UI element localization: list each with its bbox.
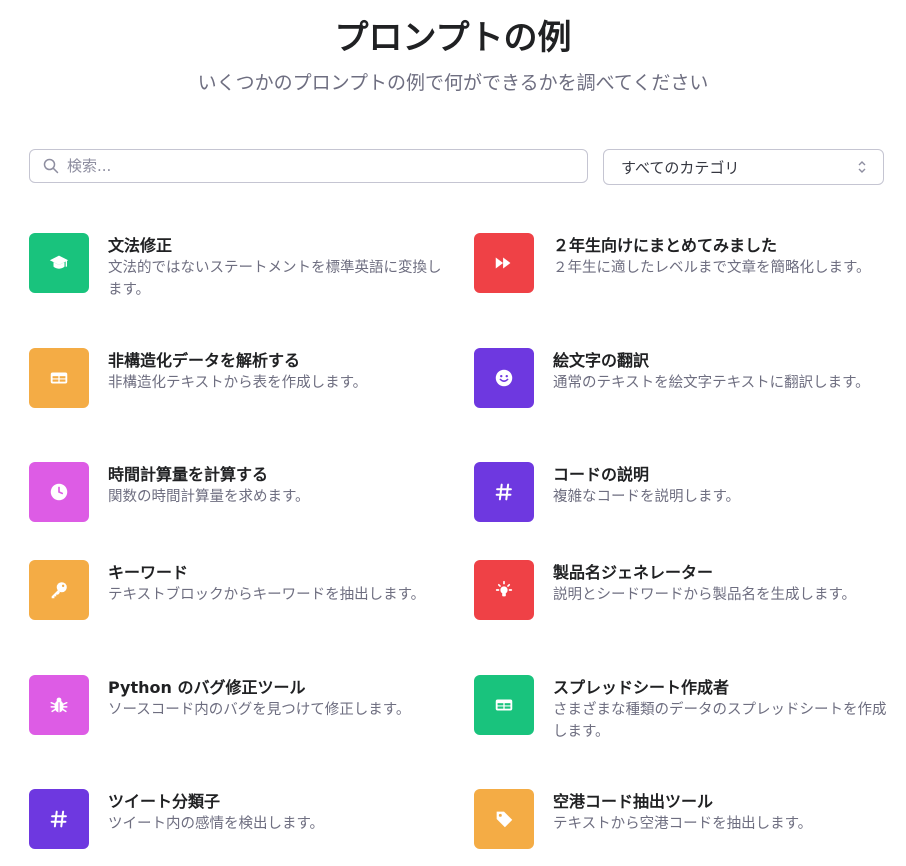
example-title: 絵文字の翻訳	[553, 351, 650, 370]
example-description: 非構造化テキストから表を作成します。	[108, 375, 368, 391]
example-card[interactable]: 時間計算量を計算する関数の時間計算量を求めます。	[29, 462, 449, 526]
search-box[interactable]	[29, 149, 588, 183]
search-icon	[43, 158, 59, 174]
hashtag-icon	[50, 810, 67, 828]
example-title: 空港コード抽出ツール	[553, 792, 714, 811]
table-icon	[50, 372, 68, 384]
example-description: テキストから空港コードを抽出します。	[553, 816, 813, 832]
graduation-cap-icon	[49, 255, 69, 269]
example-icon-tile	[474, 789, 534, 849]
example-card[interactable]: ２年生向けにまとめてみました ２年生に適したレベルまで文章を簡略化します。	[474, 233, 894, 297]
example-icon-tile	[474, 233, 534, 293]
key-icon	[51, 582, 67, 599]
hashtag-icon	[495, 483, 512, 501]
example-description: 複雑なコードを説明します。	[553, 489, 741, 505]
example-icon-tile	[29, 348, 89, 408]
example-icon-tile	[29, 462, 89, 522]
category-select[interactable]: すべてのカテゴリ	[603, 149, 884, 185]
example-card[interactable]: コードの説明複雑なコードを説明します。	[474, 462, 894, 526]
lightbulb-icon	[495, 580, 513, 597]
example-card[interactable]: ツイート分類子ツイート内の感情を検出します。	[29, 789, 449, 853]
bug-icon	[50, 697, 68, 713]
example-card[interactable]: 文法修正文法的ではないステートメントを標準英語に変換します。	[29, 233, 449, 298]
example-icon-tile	[474, 675, 534, 735]
chevron-up-down-icon	[858, 161, 866, 173]
page-title: プロンプトの例	[334, 18, 572, 58]
smiley-icon	[495, 369, 513, 387]
example-card[interactable]: 非構造化データを解析する非構造化テキストから表を作成します。	[29, 348, 449, 412]
example-title: 製品名ジェネレーター	[553, 563, 714, 582]
tag-icon	[496, 811, 513, 828]
example-description: 説明とシードワードから製品名を生成します。	[553, 587, 857, 603]
example-title: キーワード	[108, 563, 189, 582]
table-icon	[495, 699, 513, 711]
example-title: コードの説明	[553, 465, 650, 484]
search-input[interactable]	[65, 156, 587, 176]
clock-icon	[50, 483, 68, 501]
example-title: 文法修正	[108, 236, 173, 255]
example-title: Python のバグ修正ツール	[108, 678, 306, 697]
example-card[interactable]: キーワードテキストブロックからキーワードを抽出します。	[29, 560, 449, 624]
example-icon-tile	[474, 560, 534, 620]
example-card[interactable]: 絵文字の翻訳通常のテキストを絵文字テキストに翻訳します。	[474, 348, 894, 412]
example-description: 文法的ではないステートメントを標準英語に変換します。	[108, 260, 442, 298]
example-title: ツイート分類子	[108, 792, 221, 811]
example-description: ２年生に適したレベルまで文章を簡略化します。	[553, 260, 871, 276]
example-description: ツイート内の感情を検出します。	[108, 816, 325, 832]
example-icon-tile	[29, 560, 89, 620]
example-description: さまざまな種類のデータのスプレッドシートを作成します。	[553, 702, 887, 740]
example-icon-tile	[474, 348, 534, 408]
example-icon-tile	[29, 675, 89, 735]
example-icon-tile	[474, 462, 534, 522]
example-icon-tile	[29, 233, 89, 293]
example-card[interactable]: Python のバグ修正ツールソースコード内のバグを見つけて修正します。	[29, 675, 449, 739]
example-title: 時間計算量を計算する	[108, 465, 269, 484]
example-title: ２年生向けにまとめてみました	[553, 236, 778, 255]
example-title: 非構造化データを解析する	[108, 351, 301, 370]
example-icon-tile	[29, 789, 89, 849]
example-title: スプレッドシート作成者	[553, 678, 730, 697]
page-subtitle: いくつかのプロンプトの例で何ができるかを調べてください	[197, 72, 709, 94]
fast-forward-icon	[495, 257, 511, 269]
example-card[interactable]: 製品名ジェネレーター説明とシードワードから製品名を生成します。	[474, 560, 894, 624]
example-description: 通常のテキストを絵文字テキストに翻訳します。	[553, 375, 870, 391]
category-select-value: すべてのカテゴリ	[621, 158, 740, 177]
example-description: 関数の時間計算量を求めます。	[108, 489, 310, 505]
example-description: テキストブロックからキーワードを抽出します。	[108, 587, 426, 603]
example-card[interactable]: 空港コード抽出ツールテキストから空港コードを抽出します。	[474, 789, 894, 853]
example-description: ソースコード内のバグを見つけて修正します。	[108, 702, 411, 718]
example-card[interactable]: スプレッドシート作成者さまざまな種類のデータのスプレッドシートを作成します。	[474, 675, 894, 740]
